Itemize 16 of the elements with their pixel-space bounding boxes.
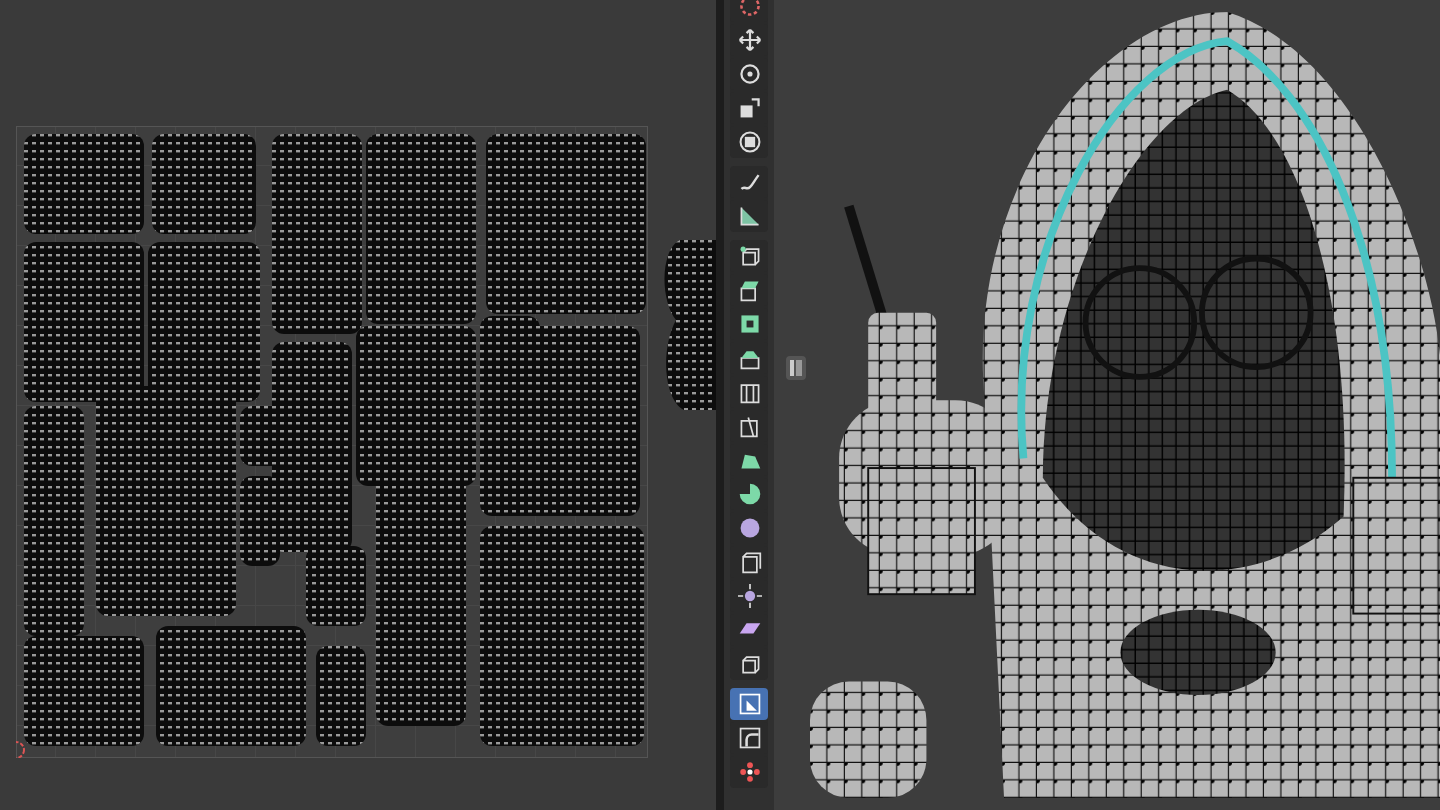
tool-button[interactable] — [730, 126, 768, 158]
transform-icon — [737, 130, 761, 154]
vertices-icon — [737, 760, 761, 784]
scale-icon — [737, 96, 761, 120]
tool-button[interactable] — [730, 240, 768, 272]
sidebar-toggle-icon[interactable] — [786, 356, 806, 380]
measure-icon — [737, 204, 761, 228]
corner-icon — [737, 726, 761, 750]
inset-icon — [737, 312, 761, 336]
tool-button[interactable] — [730, 688, 768, 720]
move-icon — [737, 28, 761, 52]
add-cube-icon — [737, 244, 761, 268]
rotate-icon — [737, 62, 761, 86]
annotate-icon — [737, 170, 761, 194]
cursor-icon — [737, 0, 761, 18]
select-box-icon — [737, 692, 761, 716]
